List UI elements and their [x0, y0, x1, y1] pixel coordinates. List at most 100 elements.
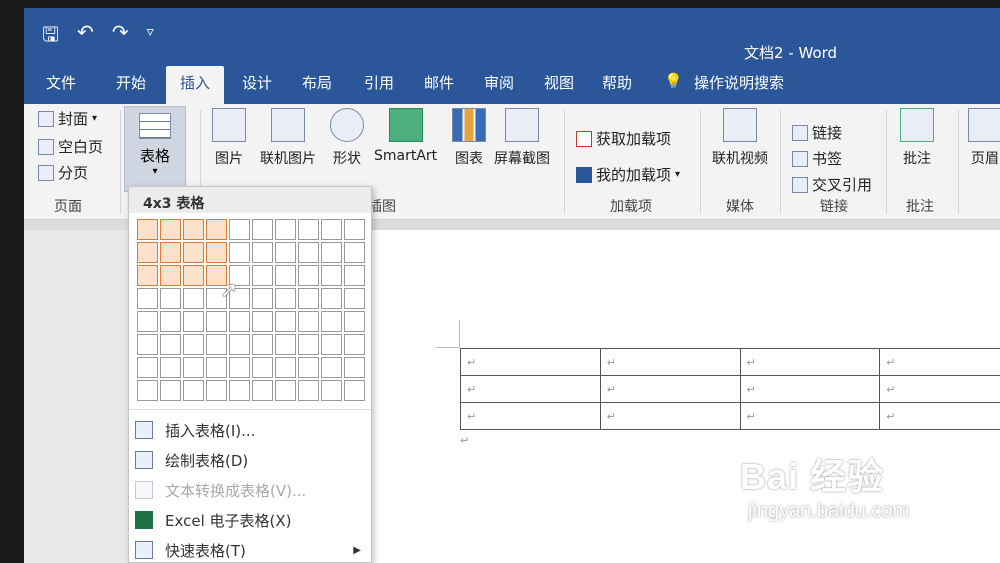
grid-cell[interactable] [321, 311, 342, 332]
grid-cell[interactable] [137, 265, 158, 286]
grid-cell[interactable] [206, 334, 227, 355]
grid-cell[interactable] [137, 357, 158, 378]
save-icon[interactable]: 🖫 [42, 20, 59, 54]
quick-tables-menu-item[interactable]: 快速表格(T) ▶ [135, 537, 365, 563]
tab-layout[interactable]: 布局 [302, 72, 332, 93]
table-cell[interactable]: ↵ [739, 402, 881, 430]
grid-cell[interactable] [252, 380, 273, 401]
grid-cell[interactable] [160, 219, 181, 240]
grid-cell[interactable] [206, 311, 227, 332]
grid-cell[interactable] [344, 288, 365, 309]
table-cell[interactable]: ↵ [879, 402, 1000, 430]
grid-cell[interactable] [252, 334, 273, 355]
draw-table-menu-item[interactable]: 绘制表格(D) [135, 447, 365, 473]
excel-table-menu-item[interactable]: Excel 电子表格(X) [135, 507, 365, 533]
grid-cell[interactable] [160, 265, 181, 286]
cross-reference-button[interactable]: 交叉引用 [792, 174, 872, 195]
my-addins-button[interactable]: 我的加载项 ▾ [576, 164, 680, 185]
grid-cell[interactable] [206, 357, 227, 378]
tab-view[interactable]: 视图 [544, 72, 574, 93]
redo-icon[interactable]: ↷ [112, 20, 129, 54]
tab-review[interactable]: 审阅 [484, 72, 514, 93]
grid-cell[interactable] [344, 311, 365, 332]
chart-button[interactable]: 图表 [452, 108, 486, 168]
table-cell[interactable]: ↵ [460, 402, 601, 430]
table-cell[interactable]: ↵ [879, 375, 1000, 403]
grid-cell[interactable] [229, 219, 250, 240]
grid-cell[interactable] [321, 242, 342, 263]
convert-text-menu-item[interactable]: 文本转换成表格(V)... [135, 477, 365, 503]
screenshot-button[interactable]: 屏幕截图 [494, 108, 550, 168]
table-cell[interactable]: ↵ [460, 375, 601, 403]
smartart-button[interactable]: SmartArt [374, 108, 437, 164]
grid-cell[interactable] [183, 311, 204, 332]
grid-cell[interactable] [252, 219, 273, 240]
get-addins-button[interactable]: 获取加载项 [576, 128, 671, 149]
grid-cell[interactable] [252, 242, 273, 263]
blank-page-button[interactable]: 空白页 [38, 136, 103, 157]
header-button[interactable]: 页眉 [968, 108, 1000, 168]
table-cell[interactable]: ↵ [599, 402, 741, 430]
tell-me-search[interactable]: 操作说明搜索 [694, 72, 784, 93]
chevron-down-icon[interactable]: ▿ [147, 20, 154, 54]
grid-cell[interactable] [275, 357, 296, 378]
table-cell[interactable]: ↵ [599, 375, 741, 403]
grid-cell[interactable] [275, 288, 296, 309]
grid-cell[interactable] [137, 242, 158, 263]
insert-table-menu-item[interactable]: 插入表格(I)... [135, 417, 365, 443]
table-cell[interactable]: ↵ [879, 348, 1000, 376]
page-break-button[interactable]: 分页 [38, 162, 88, 183]
grid-cell[interactable] [321, 265, 342, 286]
grid-cell[interactable] [275, 334, 296, 355]
table-cell[interactable]: ↵ [739, 348, 881, 376]
grid-cell[interactable] [275, 311, 296, 332]
grid-cell[interactable] [298, 380, 319, 401]
grid-cell[interactable] [252, 357, 273, 378]
grid-cell[interactable] [137, 380, 158, 401]
grid-cell[interactable] [298, 242, 319, 263]
tab-mailings[interactable]: 邮件 [424, 72, 454, 93]
grid-cell[interactable] [321, 357, 342, 378]
grid-cell[interactable] [321, 334, 342, 355]
comment-button[interactable]: 批注 [900, 108, 934, 168]
grid-cell[interactable] [160, 334, 181, 355]
grid-cell[interactable] [137, 334, 158, 355]
grid-cell[interactable] [321, 380, 342, 401]
grid-cell[interactable] [298, 288, 319, 309]
grid-cell[interactable] [160, 242, 181, 263]
bookmark-button[interactable]: 书签 [792, 148, 842, 169]
grid-cell[interactable] [344, 242, 365, 263]
tab-references[interactable]: 引用 [364, 72, 394, 93]
undo-icon[interactable]: ↶ [77, 20, 94, 54]
grid-cell[interactable] [206, 219, 227, 240]
grid-cell[interactable] [344, 380, 365, 401]
grid-cell[interactable] [298, 334, 319, 355]
cover-page-button[interactable]: 封面 ▾ [38, 108, 97, 129]
grid-cell[interactable] [321, 219, 342, 240]
table-cell[interactable]: ↵ [460, 348, 601, 376]
grid-cell[interactable] [183, 288, 204, 309]
grid-cell[interactable] [252, 311, 273, 332]
tab-file[interactable]: 文件 [46, 72, 76, 93]
table-cell[interactable]: ↵ [599, 348, 741, 376]
document-table[interactable]: ↵ ↵ ↵ ↵ ↵ ↵ ↵ ↵ ↵ ↵ ↵ ↵ [460, 348, 1000, 430]
grid-cell[interactable] [160, 357, 181, 378]
grid-cell[interactable] [229, 242, 250, 263]
tab-home[interactable]: 开始 [116, 72, 146, 93]
grid-cell[interactable] [275, 242, 296, 263]
tab-insert[interactable]: 插入 [166, 66, 225, 104]
grid-cell[interactable] [252, 265, 273, 286]
grid-cell[interactable] [252, 288, 273, 309]
grid-cell[interactable] [137, 288, 158, 309]
grid-cell[interactable] [229, 311, 250, 332]
grid-cell[interactable] [206, 380, 227, 401]
grid-cell[interactable] [183, 265, 204, 286]
tab-help[interactable]: 帮助 [602, 72, 632, 93]
shapes-button[interactable]: 形状 [330, 108, 364, 168]
picture-button[interactable]: 图片 [212, 108, 246, 168]
grid-cell[interactable] [160, 380, 181, 401]
grid-cell[interactable] [344, 265, 365, 286]
grid-cell[interactable] [321, 288, 342, 309]
table-grid[interactable] [137, 219, 365, 401]
grid-cell[interactable] [229, 334, 250, 355]
